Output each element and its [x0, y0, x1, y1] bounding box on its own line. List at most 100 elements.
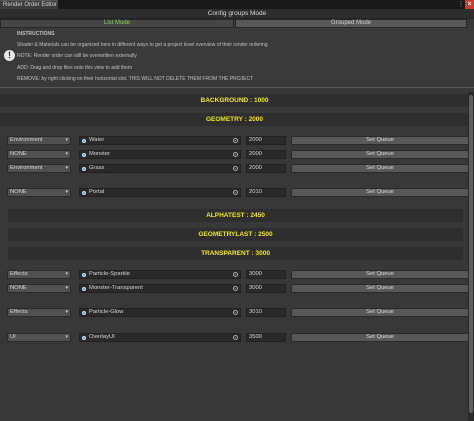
group-value: Effects — [10, 271, 28, 277]
remove-instruction: REMOVE: by right clicking on their horiz… — [17, 76, 254, 82]
object-picker-icon[interactable] — [233, 310, 238, 315]
material-icon — [82, 273, 86, 277]
group-dropdown[interactable]: UI ▾ — [7, 333, 71, 342]
set-queue-button[interactable]: Set Queue — [291, 270, 469, 279]
object-field[interactable]: Particle-Sparkle — [79, 270, 241, 279]
render-order-editor-window: Render Order Editor ⋮ × Config groups Mo… — [0, 0, 474, 421]
object-picker-icon[interactable] — [233, 152, 238, 157]
section-transparent: TRANSPARENT : 3000 — [8, 247, 463, 260]
group-value: Effects — [10, 309, 28, 315]
group-dropdown[interactable]: NONE ▾ — [7, 150, 71, 159]
set-queue-button[interactable]: Set Queue — [291, 150, 469, 159]
object-field[interactable]: Grass — [79, 164, 241, 173]
set-queue-button[interactable]: Set Queue — [291, 136, 469, 145]
object-picker-icon[interactable] — [233, 138, 238, 143]
chevron-down-icon: ▾ — [65, 137, 68, 143]
window-tab[interactable]: Render Order Editor — [0, 0, 58, 9]
object-picker-icon[interactable] — [233, 335, 238, 340]
queue-input[interactable]: 3000 — [246, 284, 286, 293]
divider — [0, 87, 474, 88]
queue-input[interactable]: 3010 — [246, 308, 286, 317]
group-dropdown[interactable]: Environment ▾ — [7, 164, 71, 173]
scrollbar-thumb[interactable] — [469, 95, 473, 413]
object-name: Grass — [89, 165, 105, 171]
material-icon — [82, 336, 86, 340]
close-icon[interactable]: × — [465, 0, 474, 9]
queue-input[interactable]: 3500 — [246, 333, 286, 342]
queue-row: NONE ▾ Monster-Transparent 3000 Set Queue — [0, 284, 470, 293]
object-field[interactable]: Particle-Glow — [79, 308, 241, 317]
group-value: Environment — [10, 137, 43, 143]
material-icon — [82, 287, 86, 291]
queue-row: Effects ▾ Particle-Sparkle 3000 Set Queue — [0, 270, 470, 279]
object-picker-icon[interactable] — [233, 272, 238, 277]
chevron-down-icon: ▾ — [65, 151, 68, 157]
section-geometrylast: GEOMETRYLAST : 2500 — [8, 228, 463, 241]
warning-icon: ! — [4, 50, 15, 61]
set-queue-button[interactable]: Set Queue — [291, 164, 469, 173]
group-value: NONE — [10, 189, 27, 195]
object-name: Water — [89, 137, 105, 143]
group-value: NONE — [10, 151, 27, 157]
object-name: Particle-Sparkle — [89, 271, 130, 277]
queue-input[interactable]: 2000 — [246, 150, 286, 159]
object-field[interactable]: Water — [79, 136, 241, 145]
material-icon — [82, 153, 86, 157]
queue-row: Effects ▾ Particle-Glow 3010 Set Queue — [0, 308, 470, 317]
object-picker-icon[interactable] — [233, 286, 238, 291]
set-queue-button[interactable]: Set Queue — [291, 188, 469, 197]
mode-header: Config groups Mode — [0, 9, 474, 19]
note-text: NOTE: Render order can still be overwrit… — [17, 53, 137, 59]
queue-input[interactable]: 2000 — [246, 164, 286, 173]
chevron-down-icon: ▾ — [65, 165, 68, 171]
window-menu-icon[interactable]: ⋮ — [457, 1, 465, 8]
group-dropdown[interactable]: Effects ▾ — [7, 270, 71, 279]
queue-input[interactable]: 2010 — [246, 188, 286, 197]
material-icon — [82, 167, 86, 171]
group-dropdown[interactable]: Environment ▾ — [7, 136, 71, 145]
object-name: OverlayUI — [89, 334, 115, 340]
queue-row: Environment ▾ Grass 2000 Set Queue — [0, 164, 470, 173]
chevron-down-icon: ▾ — [65, 189, 68, 195]
instructions-panel: INSTRUCTIONS Shader & Materials can be o… — [0, 28, 474, 86]
object-field[interactable]: OverlayUI — [79, 333, 241, 342]
set-queue-button[interactable]: Set Queue — [291, 333, 469, 342]
material-icon — [82, 139, 86, 143]
material-icon — [82, 311, 86, 315]
section-geometry: GEOMETRY : 2000 — [0, 113, 469, 126]
queue-row: Environment ▾ Water 2000 Set Queue — [0, 136, 470, 145]
group-dropdown[interactable]: Effects ▾ — [7, 308, 71, 317]
list-mode-button[interactable]: List Mode — [0, 19, 234, 28]
group-value: UI — [10, 334, 16, 340]
queue-input[interactable]: 2000 — [246, 136, 286, 145]
mode-toggle: List Mode Grouped Mode — [0, 19, 474, 28]
object-picker-icon[interactable] — [233, 190, 238, 195]
object-field[interactable]: Monster — [79, 150, 241, 159]
object-name: Monster — [89, 151, 110, 157]
group-dropdown[interactable]: NONE ▾ — [7, 188, 71, 197]
object-name: Portal — [89, 189, 105, 195]
object-name: Particle-Glow — [89, 309, 124, 315]
object-field[interactable]: Portal — [79, 188, 241, 197]
instructions-description: Shader & Materials can be organized here… — [17, 42, 268, 48]
queue-row: NONE ▾ Monster 2000 Set Queue — [0, 150, 470, 159]
chevron-down-icon: ▾ — [65, 285, 68, 291]
group-value: Environment — [10, 165, 43, 171]
queue-row: UI ▾ OverlayUI 3500 Set Queue — [0, 333, 470, 342]
add-instruction: ADD: Drag and drop files onto this view … — [17, 65, 133, 71]
section-background: BACKGROUND : 1000 — [0, 94, 469, 107]
material-icon — [82, 191, 86, 195]
title-bar: Render Order Editor ⋮ × — [0, 0, 474, 9]
grouped-mode-button[interactable]: Grouped Mode — [235, 19, 467, 28]
instructions-heading: INSTRUCTIONS — [17, 31, 55, 37]
set-queue-button[interactable]: Set Queue — [291, 284, 469, 293]
group-dropdown[interactable]: NONE ▾ — [7, 284, 71, 293]
queue-input[interactable]: 3000 — [246, 270, 286, 279]
queue-row: NONE ▾ Portal 2010 Set Queue — [0, 188, 470, 197]
object-name: Monster-Transparent — [89, 285, 143, 291]
set-queue-button[interactable]: Set Queue — [291, 308, 469, 317]
chevron-down-icon: ▾ — [65, 309, 68, 315]
section-alphatest: ALPHATEST : 2450 — [8, 209, 463, 222]
object-field[interactable]: Monster-Transparent — [79, 284, 241, 293]
object-picker-icon[interactable] — [233, 166, 238, 171]
